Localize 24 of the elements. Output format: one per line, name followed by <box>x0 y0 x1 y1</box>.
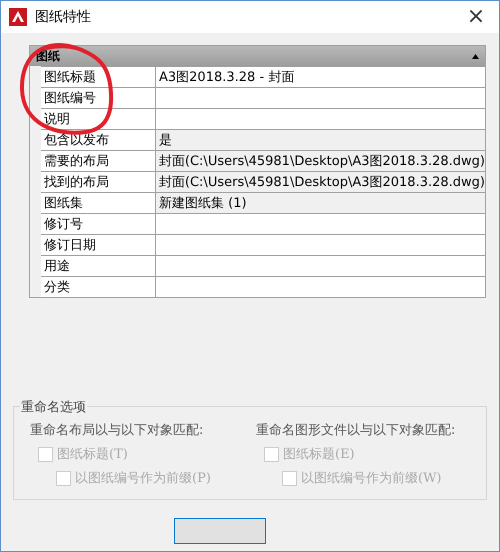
dialog-button[interactable] <box>174 518 266 544</box>
checkbox-label: 图纸标题(E) <box>283 446 355 463</box>
checkbox-label: 图纸标题(T) <box>57 446 128 463</box>
property-label: 分类 <box>41 277 156 297</box>
group-label: 重命名图形文件以与以下对象匹配: <box>256 422 456 439</box>
checkbox-label: 以图纸编号作为前缀(P) <box>75 470 211 487</box>
property-label: 图纸编号 <box>41 88 156 108</box>
property-value[interactable]: 新建图纸集 (1) <box>156 193 485 213</box>
property-value[interactable]: A3图2018.3.28 - 封面 <box>156 67 485 87</box>
property-label: 修订号 <box>41 214 156 234</box>
property-value[interactable]: 封面(C:\Users\45981\Desktop\A3图2018.3.28.dwg) <box>156 172 485 192</box>
close-button[interactable]: × <box>461 5 491 29</box>
app-logo-icon <box>9 8 27 26</box>
property-label: 图纸标题 <box>41 67 156 87</box>
group-label: 重命名布局以与以下对象匹配: <box>30 422 204 439</box>
window-title: 图纸特性 <box>35 8 92 26</box>
property-label: 用途 <box>41 256 156 276</box>
property-value[interactable]: 封面(C:\Users\45981\Desktop\A3图2018.3.28.dwg) <box>156 151 485 171</box>
checkbox-label: 以图纸编号作为前缀(W) <box>301 470 442 487</box>
property-value[interactable]: 是 <box>156 130 485 150</box>
caret-icon[interactable] <box>472 54 479 58</box>
group-title: 重命名选项 <box>20 398 87 416</box>
property-label: 修订日期 <box>41 235 156 255</box>
property-label: 说明 <box>41 109 156 129</box>
